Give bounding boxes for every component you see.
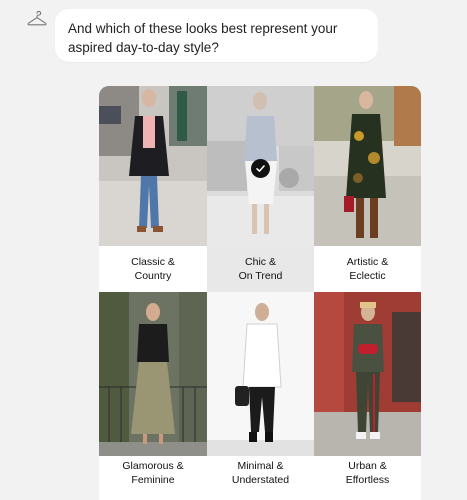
style-label-line1: Artistic &	[346, 256, 389, 268]
style-option-glamorous-feminine[interactable]: Glamorous & Feminine	[99, 292, 207, 498]
style-photo-artistic-eclectic	[314, 86, 421, 246]
bot-message-text: And which of these looks best represent …	[68, 21, 338, 55]
style-option-minimal-understated[interactable]: Minimal & Understated	[207, 292, 314, 498]
style-label-line1: Glamorous &	[122, 460, 184, 472]
checkmark-icon	[251, 159, 270, 178]
bot-message-bubble: And which of these looks best represent …	[55, 9, 378, 62]
style-option-chic-on-trend[interactable]: Chic & On Trend	[207, 86, 314, 292]
hanger-icon	[27, 10, 47, 26]
style-label-line1: Classic &	[131, 256, 175, 268]
style-option-artistic-eclectic[interactable]: Artistic & Eclectic	[314, 86, 421, 292]
style-label-line2: Eclectic	[349, 270, 386, 282]
style-label-classic-country: Classic & Country	[99, 246, 207, 292]
style-label-line1: Urban &	[348, 460, 387, 472]
style-label-urban-effortless: Urban & Effortless	[314, 456, 421, 498]
style-photo-classic-country	[99, 86, 207, 246]
style-option-classic-country[interactable]: Classic & Country	[99, 86, 207, 292]
style-photo-glamorous-feminine	[99, 292, 207, 456]
style-photo-minimal-understated	[207, 292, 314, 456]
style-label-line2: Feminine	[131, 474, 175, 486]
style-option-urban-effortless[interactable]: Urban & Effortless	[314, 292, 421, 498]
style-label-line1: Minimal &	[237, 460, 284, 472]
style-label-line1: Chic &	[245, 256, 276, 268]
style-label-minimal-understated: Minimal & Understated	[207, 456, 314, 498]
style-label-line2: On Trend	[238, 270, 283, 282]
style-label-line2: Understated	[231, 474, 290, 486]
style-label-line2: Effortless	[345, 474, 390, 486]
style-label-line2: Country	[134, 270, 172, 282]
style-options-grid: Classic & Country Chic & On Trend Artist…	[99, 86, 421, 500]
style-label-glamorous-feminine: Glamorous & Feminine	[99, 456, 207, 498]
style-photo-urban-effortless	[314, 292, 421, 456]
chat-screen: And which of these looks best represent …	[0, 0, 467, 500]
style-label-artistic-eclectic: Artistic & Eclectic	[314, 246, 421, 292]
style-label-chic-on-trend: Chic & On Trend	[207, 246, 314, 292]
